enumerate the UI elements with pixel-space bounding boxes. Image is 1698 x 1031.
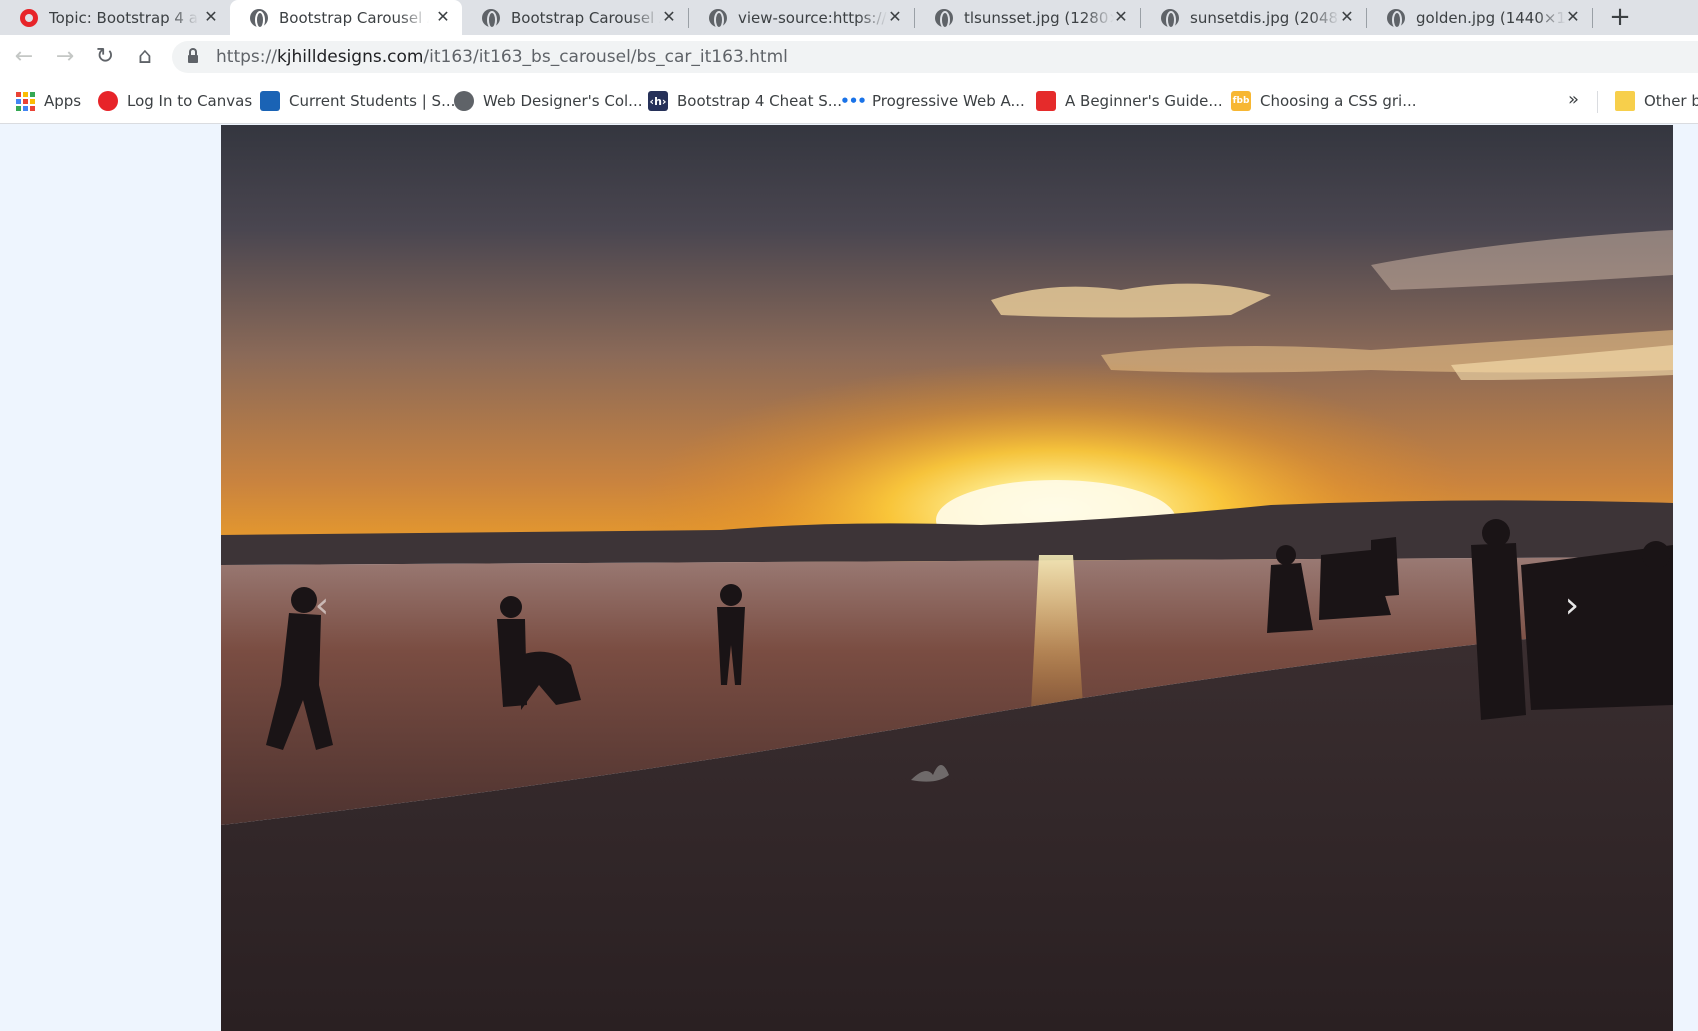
apps-icon [16, 91, 35, 111]
bookmarks-separator [1597, 91, 1598, 113]
page-content: ‹ › [0, 125, 1698, 1031]
back-button[interactable]: ← [9, 42, 39, 72]
lock-icon[interactable] [188, 48, 198, 63]
bookmark-label: Current Students | S... [289, 92, 456, 110]
tab-sunsetdis[interactable]: sunsetdis.jpg (2048×1 ✕ [1141, 0, 1366, 35]
tab-title: view-source:https://kj [738, 8, 888, 27]
globe-icon [1387, 8, 1405, 29]
folder-icon [1615, 91, 1635, 111]
url-scheme: https:// [216, 47, 277, 67]
guide-icon [1036, 91, 1056, 111]
building-icon [260, 91, 280, 111]
bookmark-bootstrap-cheat-sheet[interactable]: ‹h› Bootstrap 4 Cheat S... [648, 90, 842, 112]
globe-icon [709, 8, 727, 29]
globe-icon [454, 91, 474, 111]
fbb-icon: fbb [1231, 91, 1251, 111]
bookmark-apps[interactable]: Apps [16, 90, 81, 112]
carousel-next-button[interactable]: › [1557, 588, 1587, 624]
tab-title: Bootstrap Carousel As [511, 8, 661, 27]
bookmark-label: Apps [44, 92, 82, 110]
tab-topic-bootstrap[interactable]: Topic: Bootstrap 4 and ✕ [0, 0, 230, 35]
tab-view-source[interactable]: view-source:https://kj ✕ [689, 0, 914, 35]
bookmark-label: Log In to Canvas [127, 92, 253, 110]
tab-title: sunsetdis.jpg (2048×1 [1190, 8, 1340, 27]
url-text[interactable]: https://kjhilldesigns.com/it163/it163_bs… [216, 47, 788, 67]
bookmark-label: Other bo [1644, 92, 1698, 110]
carousel-prev-button[interactable]: ‹ [307, 588, 337, 624]
bookmark-other-bookmarks[interactable]: Other bo [1615, 90, 1698, 112]
tab-bootstrap-carousel[interactable]: Bootstrap Carousel As ✕ [462, 0, 688, 35]
tab-title: tlsunsset.jpg (1280×9 [964, 8, 1114, 27]
bookmark-choosing-css-grid[interactable]: fbb Choosing a CSS gri... [1231, 90, 1417, 112]
dots-icon: ••• [840, 92, 867, 110]
tab-title: Topic: Bootstrap 4 and [49, 8, 199, 27]
close-icon[interactable]: ✕ [1112, 8, 1130, 26]
carousel-slide-image [221, 125, 1673, 1031]
h-icon: ‹h› [648, 91, 668, 111]
bookmarks-overflow-button[interactable]: » [1568, 89, 1579, 110]
tab-bootstrap-carousel-active[interactable]: Bootstrap Carousel As ✕ [230, 0, 462, 35]
address-bar[interactable]: https://kjhilldesigns.com/it163/it163_bs… [172, 41, 1698, 73]
new-tab-button[interactable]: + [1605, 2, 1635, 32]
bookmark-log-in-to-canvas[interactable]: Log In to Canvas [98, 90, 252, 112]
tab-strip: Topic: Bootstrap 4 and ✕ Bootstrap Carou… [0, 0, 1698, 35]
close-icon[interactable]: ✕ [1564, 8, 1582, 26]
reload-button[interactable]: ↻ [90, 42, 120, 72]
url-host: kjhilldesigns.com [276, 47, 424, 67]
forward-button[interactable]: → [50, 42, 80, 72]
close-icon[interactable]: ✕ [886, 8, 904, 26]
bookmarks-bar: Apps Log In to Canvas Current Students |… [0, 79, 1698, 124]
globe-icon [1161, 8, 1179, 29]
bookmark-label: Bootstrap 4 Cheat S... [677, 92, 843, 110]
bookmark-progressive-web-apps[interactable]: ••• Progressive Web A... [840, 90, 1025, 112]
globe-icon [935, 8, 953, 29]
bookmark-current-students[interactable]: Current Students | S... [260, 90, 455, 112]
globe-icon [482, 8, 500, 29]
bookmark-web-designers-col[interactable]: Web Designer's Col... [454, 90, 643, 112]
close-icon[interactable]: ✕ [434, 8, 452, 26]
tab-title: golden.jpg (1440×108 [1416, 8, 1566, 27]
canvas-icon [98, 91, 118, 111]
tab-golden[interactable]: golden.jpg (1440×108 ✕ [1367, 0, 1592, 35]
browser-toolbar: ← → ↻ ⌂ https://kjhilldesigns.com/it163/… [0, 35, 1698, 79]
tab-title: Bootstrap Carousel As [279, 8, 429, 27]
bookmark-label: A Beginner's Guide... [1065, 92, 1223, 110]
bookmark-label: Progressive Web A... [872, 92, 1025, 110]
bookmark-label: Web Designer's Col... [483, 92, 643, 110]
close-icon[interactable]: ✕ [660, 8, 678, 26]
globe-icon [250, 8, 268, 29]
carousel: ‹ › [221, 125, 1673, 1031]
bookmark-beginners-guide[interactable]: A Beginner's Guide... [1036, 90, 1223, 112]
bookmark-label: Choosing a CSS gri... [1260, 92, 1417, 110]
home-button[interactable]: ⌂ [130, 42, 160, 72]
canvas-icon [20, 8, 38, 27]
tab-tlsunsset[interactable]: tlsunsset.jpg (1280×9 ✕ [915, 0, 1140, 35]
url-path: /it163/it163_bs_carousel/bs_car_it163.ht… [423, 47, 788, 67]
tab-separator [1592, 8, 1593, 28]
close-icon[interactable]: ✕ [1338, 8, 1356, 26]
close-icon[interactable]: ✕ [202, 8, 220, 26]
